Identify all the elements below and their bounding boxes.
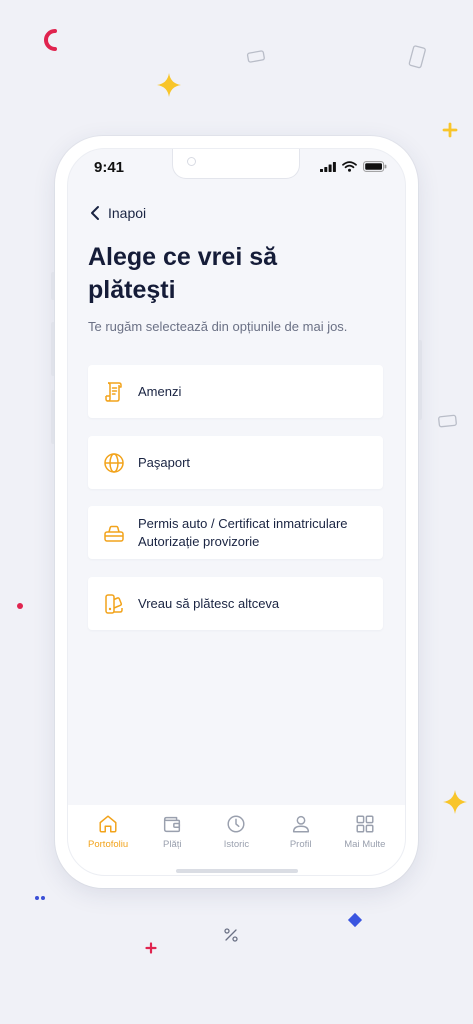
phone-frame: 9:41 Inapoi Alege ce vrei să plăteşti Te… <box>55 136 418 888</box>
percent-icon <box>224 928 238 942</box>
tab-label: Istoric <box>223 839 250 850</box>
sparkle-icon <box>157 73 181 97</box>
tab-profil[interactable]: Profil <box>270 813 332 875</box>
option-label: Paşaport <box>138 454 191 470</box>
phone-screen: 9:41 Inapoi Alege ce vrei să plăteşti Te… <box>67 148 406 876</box>
option-pasaport[interactable]: Paşaport <box>88 436 383 489</box>
chevron-left-icon <box>91 206 99 220</box>
clock-icon <box>227 815 245 833</box>
home-icon <box>99 815 117 833</box>
back-button[interactable]: Inapoi <box>90 205 146 221</box>
wifi-icon <box>342 161 357 172</box>
status-time: 9:41 <box>94 159 125 176</box>
option-label-line: Autorizație provizorie <box>138 533 260 549</box>
status-icons <box>320 161 387 172</box>
camera-icon <box>187 157 196 166</box>
tab-portofoliu[interactable]: Portofoliu <box>77 813 139 875</box>
option-label: Amenzi <box>138 383 182 399</box>
globe-icon <box>104 452 124 473</box>
tab-istoric[interactable]: Istoric <box>205 813 267 875</box>
card-outline-icon <box>408 45 426 69</box>
phone-notch <box>172 149 300 179</box>
back-label: Inapoi <box>108 205 147 221</box>
car-icon <box>104 525 124 542</box>
option-label-line: Permis auto / Certificat inmatriculare <box>138 515 348 531</box>
user-icon <box>292 815 309 833</box>
option-permis-auto[interactable]: Permis auto / Certificat inmatriculare A… <box>88 506 383 559</box>
tab-label: Profil <box>289 839 312 850</box>
dot-icon <box>35 896 39 900</box>
plus-icon <box>145 942 157 954</box>
palette-icon <box>105 593 123 614</box>
tab-plati[interactable]: Plăți <box>141 813 203 875</box>
receipt-icon <box>105 381 122 402</box>
home-indicator <box>176 869 298 873</box>
phone-side-button <box>418 340 422 420</box>
brand-arc-icon <box>44 29 57 51</box>
wallet-icon <box>164 816 181 833</box>
card-outline-icon <box>438 414 457 428</box>
page-subtitle: Te rugăm selectează din opțiunile de mai… <box>88 319 348 334</box>
plus-icon <box>442 122 458 138</box>
tab-bar: Portofoliu Plăți Istoric Profil Mai Mult… <box>68 805 405 875</box>
page-title: Alege ce vrei să plăteşti <box>88 243 278 304</box>
card-outline-icon <box>246 50 265 63</box>
tab-label: Mai Multe <box>344 839 386 850</box>
dot-icon <box>41 896 45 900</box>
option-label: Vreau să plătesc altceva <box>138 595 280 611</box>
tab-label: Plăți <box>163 839 182 850</box>
grid-icon <box>356 815 374 833</box>
signal-icon <box>320 161 336 172</box>
option-label: Permis auto / Certificat inmatriculare A… <box>138 515 348 551</box>
dot-icon <box>17 603 23 609</box>
tab-label: Portofoliu <box>88 839 129 850</box>
tab-mai-multe[interactable]: Mai Multe <box>334 813 396 875</box>
diamond-icon <box>347 912 363 928</box>
sparkle-icon <box>443 790 467 814</box>
option-amenzi[interactable]: Amenzi <box>88 365 383 418</box>
option-altceva[interactable]: Vreau să plătesc altceva <box>88 577 383 630</box>
battery-icon <box>363 161 387 172</box>
